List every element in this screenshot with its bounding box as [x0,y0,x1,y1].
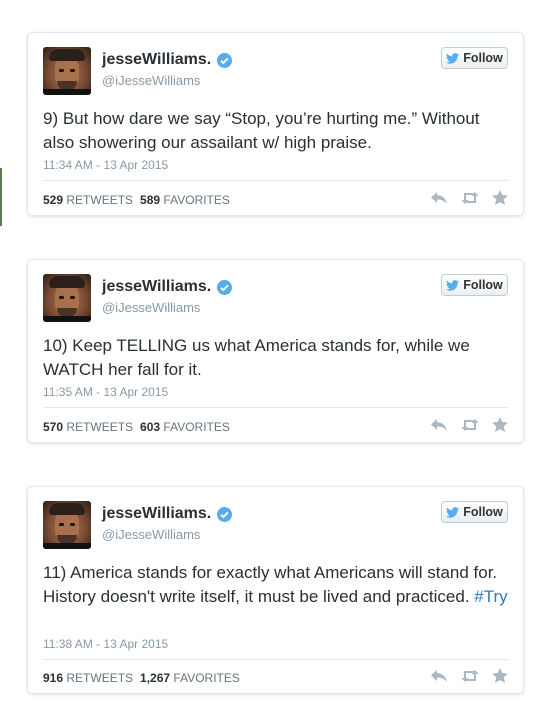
tweet-card: jesseWilliams. @iJesseWilliams Follow 11… [27,486,524,694]
retweet-label: RETWEETS [66,193,134,207]
tweet-body: 10) Keep TELLING us what America stands … [43,336,470,379]
handle[interactable]: @iJesseWilliams [102,527,200,542]
twitter-bird-icon [446,52,460,64]
author-name-row: jesseWilliams. [102,51,233,69]
reply-icon[interactable] [430,191,448,205]
follow-label: Follow [463,505,503,519]
tweet-body: 11) America stands for exactly what Amer… [43,563,498,606]
display-name[interactable]: jesseWilliams. [102,505,211,523]
retweet-icon[interactable] [460,669,480,683]
retweet-label: RETWEETS [66,671,134,685]
timestamp[interactable]: 11:38 AM - 13 Apr 2015 [43,637,168,651]
tweet-text: 9) But how dare we say “Stop, you’re hur… [43,107,509,155]
tweet-stats: 916 RETWEETS 1,267 FAVORITES [43,671,240,685]
retweet-label: RETWEETS [66,420,134,434]
twitter-bird-icon [446,506,460,518]
follow-button[interactable]: Follow [441,274,508,296]
divider [43,180,508,181]
tweet-stats: 529 RETWEETS 589 FAVORITES [43,193,230,207]
retweet-count[interactable]: 529 [43,193,63,207]
tweet-body: 9) But how dare we say “Stop, you’re hur… [43,109,480,152]
author-name-row: jesseWilliams. [102,278,233,296]
handle[interactable]: @iJesseWilliams [102,300,200,315]
favorite-star-icon[interactable] [492,190,508,205]
follow-label: Follow [463,278,503,292]
divider [43,407,508,408]
favorite-star-icon[interactable] [492,668,508,683]
left-edge-mark [0,168,2,226]
retweet-icon[interactable] [460,418,480,432]
avatar[interactable] [43,47,91,95]
tweet-actions [430,417,508,432]
follow-button[interactable]: Follow [441,47,508,69]
author-name-row: jesseWilliams. [102,505,233,523]
tweet-actions [430,668,508,683]
favorite-label: FAVORITES [163,420,230,434]
display-name[interactable]: jesseWilliams. [102,278,211,296]
verified-badge-icon [217,279,233,295]
favorite-label: FAVORITES [163,193,230,207]
favorite-label: FAVORITES [173,671,240,685]
retweet-count[interactable]: 916 [43,671,63,685]
verified-badge-icon [217,506,233,522]
follow-label: Follow [463,51,503,65]
tweet-card: jesseWilliams. @iJesseWilliams Follow 10… [27,259,524,443]
timestamp[interactable]: 11:34 AM - 13 Apr 2015 [43,158,168,172]
tweet-text: 11) America stands for exactly what Amer… [43,561,509,609]
reply-icon[interactable] [430,418,448,432]
favorite-star-icon[interactable] [492,417,508,432]
verified-badge-icon [217,52,233,68]
hashtag-link[interactable]: #Try [474,587,507,606]
avatar[interactable] [43,501,91,549]
divider [43,659,508,660]
tweet-card: jesseWilliams. @iJesseWilliams Follow 9)… [27,32,524,216]
timestamp[interactable]: 11:35 AM - 13 Apr 2015 [43,385,168,399]
follow-button[interactable]: Follow [441,501,508,523]
favorite-count[interactable]: 589 [140,193,160,207]
tweet-stats: 570 RETWEETS 603 FAVORITES [43,420,230,434]
avatar[interactable] [43,274,91,322]
twitter-bird-icon [446,279,460,291]
handle[interactable]: @iJesseWilliams [102,73,200,88]
retweet-icon[interactable] [460,191,480,205]
reply-icon[interactable] [430,669,448,683]
retweet-count[interactable]: 570 [43,420,63,434]
favorite-count[interactable]: 1,267 [140,671,170,685]
tweet-actions [430,190,508,205]
display-name[interactable]: jesseWilliams. [102,51,211,69]
tweet-text: 10) Keep TELLING us what America stands … [43,334,509,382]
favorite-count[interactable]: 603 [140,420,160,434]
